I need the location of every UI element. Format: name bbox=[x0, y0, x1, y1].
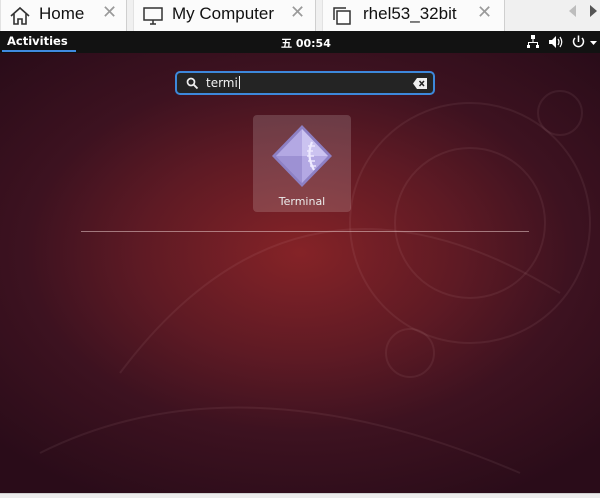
terminal-app-icon bbox=[272, 125, 332, 187]
app-label: Terminal bbox=[278, 195, 326, 208]
search-input[interactable]: termi bbox=[206, 76, 240, 90]
tab-home[interactable]: Home ✕ bbox=[0, 0, 127, 31]
close-icon[interactable]: ✕ bbox=[102, 2, 117, 23]
results-separator bbox=[81, 231, 529, 232]
search-icon bbox=[186, 77, 199, 90]
activities-indicator bbox=[2, 50, 76, 52]
clear-icon[interactable] bbox=[413, 78, 427, 89]
monitor-icon bbox=[143, 7, 163, 25]
host-status-strip bbox=[0, 493, 600, 498]
menu-arrow-icon bbox=[590, 41, 597, 45]
close-icon[interactable]: ✕ bbox=[477, 2, 492, 23]
tab-rhel53[interactable]: rhel53_32bit ✕ bbox=[322, 0, 505, 31]
tab-scroll-icon[interactable] bbox=[560, 0, 600, 31]
gnome-top-bar: Activities 五 00:54 bbox=[0, 31, 600, 53]
tab-my-computer-label: My Computer bbox=[172, 4, 275, 23]
activities-button[interactable]: Activities bbox=[7, 34, 68, 48]
close-icon[interactable]: ✕ bbox=[290, 2, 305, 23]
vm-copy-icon bbox=[333, 7, 351, 25]
tab-my-computer[interactable]: My Computer ✕ bbox=[133, 0, 316, 31]
tab-rhel53-label: rhel53_32bit bbox=[363, 4, 457, 23]
home-icon bbox=[10, 6, 30, 25]
tab-home-label: Home bbox=[39, 4, 85, 23]
host-tab-bar: Home ✕ My Computer ✕ rhel53_32bit ✕ bbox=[0, 0, 600, 32]
guest-screen: Activities 五 00:54 termi Terminal bbox=[0, 31, 600, 493]
system-status-area[interactable] bbox=[527, 34, 600, 50]
search-result-terminal[interactable]: Terminal bbox=[253, 115, 351, 212]
volume-icon bbox=[549, 36, 563, 48]
network-icon bbox=[527, 35, 539, 48]
search-field[interactable]: termi bbox=[175, 71, 435, 95]
power-icon bbox=[572, 35, 585, 48]
clock[interactable]: 五 00:54 bbox=[281, 35, 331, 51]
